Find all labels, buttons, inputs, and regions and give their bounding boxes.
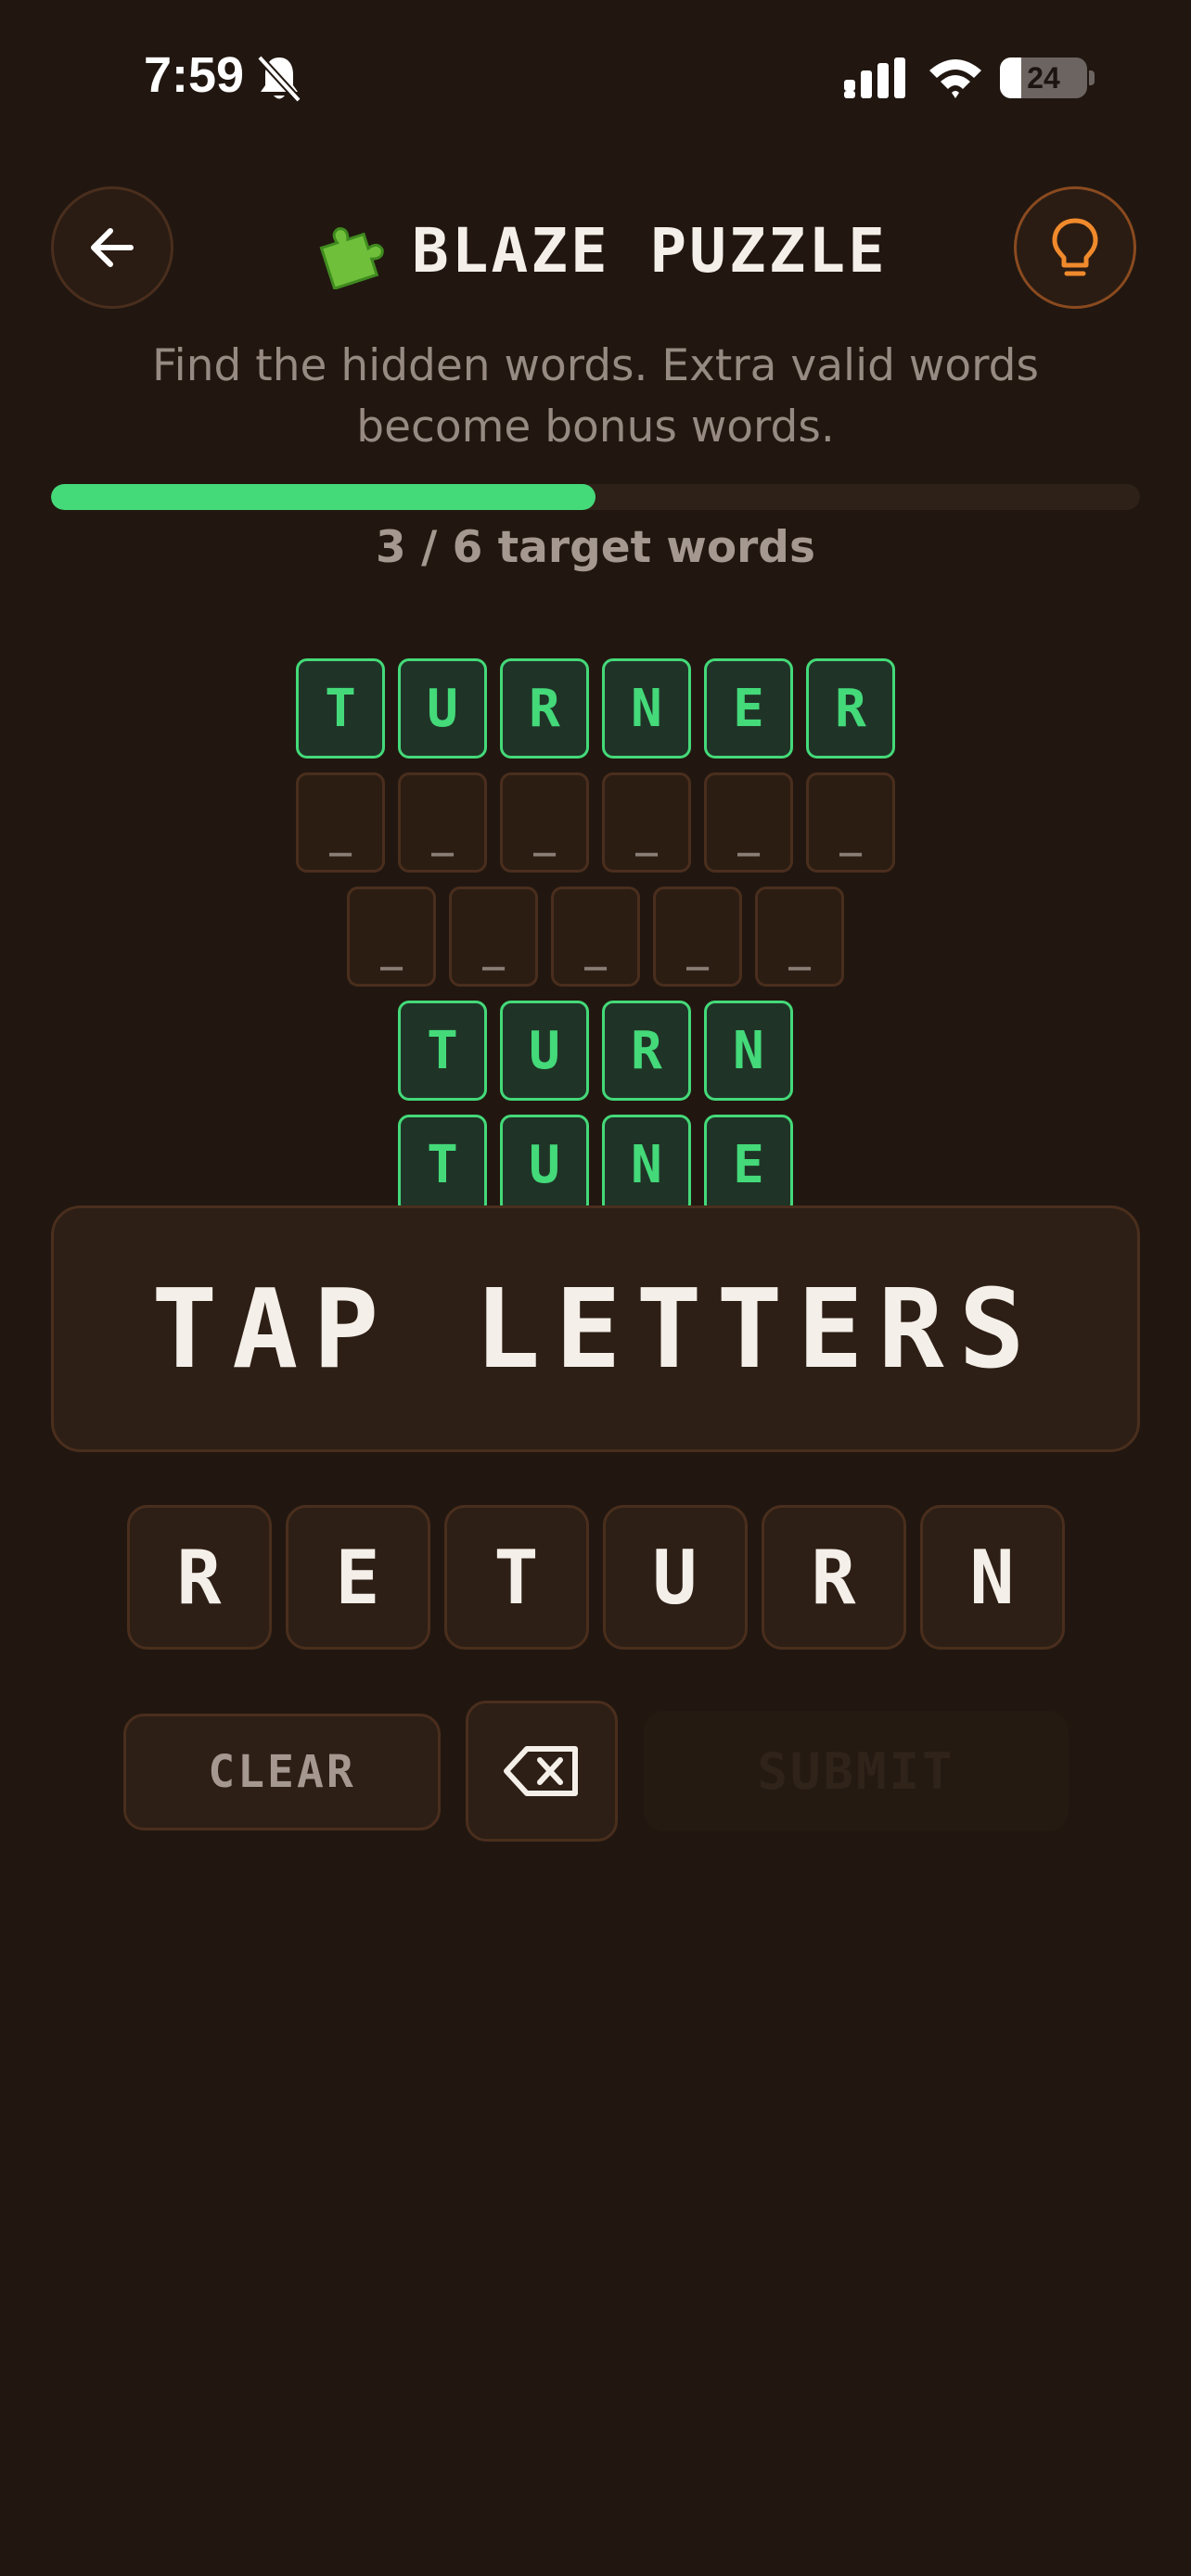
word-cell-letter: R xyxy=(500,658,589,759)
input-display: TAP LETTERS xyxy=(51,1205,1140,1452)
word-cell-letter: T xyxy=(296,658,385,759)
letter-key[interactable]: E xyxy=(285,1505,430,1650)
word-cell-blank: _ xyxy=(449,886,538,987)
word-cell-letter: N xyxy=(704,1001,793,1101)
word-row: TURNER xyxy=(0,658,1191,759)
progress-bar xyxy=(51,484,1140,510)
hint-button[interactable] xyxy=(1014,186,1136,309)
word-row: TURN xyxy=(0,1001,1191,1101)
puzzle-piece-icon xyxy=(319,227,384,289)
input-placeholder: TAP LETTERS xyxy=(151,1265,1040,1393)
letter-keys: RETURN xyxy=(0,1505,1191,1650)
word-cell-letter: U xyxy=(500,1115,589,1205)
word-row: _ _ _ _ _ xyxy=(0,886,1191,987)
word-cell-letter: N xyxy=(602,658,691,759)
word-cell-blank: _ xyxy=(347,886,436,987)
word-cell-letter: N xyxy=(602,1115,691,1205)
word-row: TUNE xyxy=(0,1115,1191,1205)
word-cell-blank: _ xyxy=(296,772,385,873)
word-cell-blank: _ xyxy=(806,772,895,873)
page-title: BLAZE PUZZLE xyxy=(412,215,888,287)
submit-button[interactable]: SUBMIT xyxy=(644,1711,1069,1831)
word-cell-letter: E xyxy=(704,658,793,759)
word-cell-letter: U xyxy=(500,1001,589,1101)
word-cell-blank: _ xyxy=(500,772,589,873)
signal-icon xyxy=(844,57,905,98)
backspace-icon xyxy=(504,1746,578,1796)
bell-slash-icon xyxy=(257,55,301,103)
battery-tip xyxy=(1089,70,1095,85)
clear-button[interactable]: CLEAR xyxy=(123,1714,441,1830)
progress-label: 3 / 6 target words xyxy=(376,522,815,573)
word-cell-letter: U xyxy=(398,658,487,759)
battery-level: 24 xyxy=(1027,61,1060,95)
letter-key[interactable]: N xyxy=(919,1505,1065,1650)
letter-key[interactable]: T xyxy=(443,1505,589,1650)
word-cell-blank: _ xyxy=(704,772,793,873)
backspace-button[interactable] xyxy=(466,1701,618,1842)
lightbulb-icon xyxy=(1052,218,1098,276)
letter-key[interactable]: R xyxy=(126,1505,272,1650)
instructions-text: Find the hidden words. Extra valid words… xyxy=(152,340,1039,453)
word-cell-blank: _ xyxy=(653,886,742,987)
word-cell-blank: _ xyxy=(551,886,640,987)
battery-indicator: 24 xyxy=(1000,57,1087,98)
back-button[interactable] xyxy=(51,186,173,309)
progress-bar-fill xyxy=(51,484,596,510)
letter-key[interactable]: R xyxy=(761,1505,906,1650)
word-cell-blank: _ xyxy=(602,772,691,873)
arrow-left-icon xyxy=(91,228,134,267)
word-cell-letter: R xyxy=(602,1001,691,1101)
word-cell-blank: _ xyxy=(755,886,844,987)
wifi-icon xyxy=(929,59,981,98)
word-cell-blank: _ xyxy=(398,772,487,873)
letter-key[interactable]: U xyxy=(602,1505,748,1650)
word-grid: T U R N E R _ _ _ _ _ _ _ _ _ _ _ T U R N T U N E xyxy=(0,658,1191,1205)
word-cell-letter: E xyxy=(704,1115,793,1205)
word-cell-letter: T xyxy=(398,1001,487,1101)
word-cell-letter: T xyxy=(398,1115,487,1205)
word-row: _ _ _ _ _ _ xyxy=(0,772,1191,873)
word-cell-letter: R xyxy=(806,658,895,759)
status-time: 7:59 xyxy=(144,47,245,103)
